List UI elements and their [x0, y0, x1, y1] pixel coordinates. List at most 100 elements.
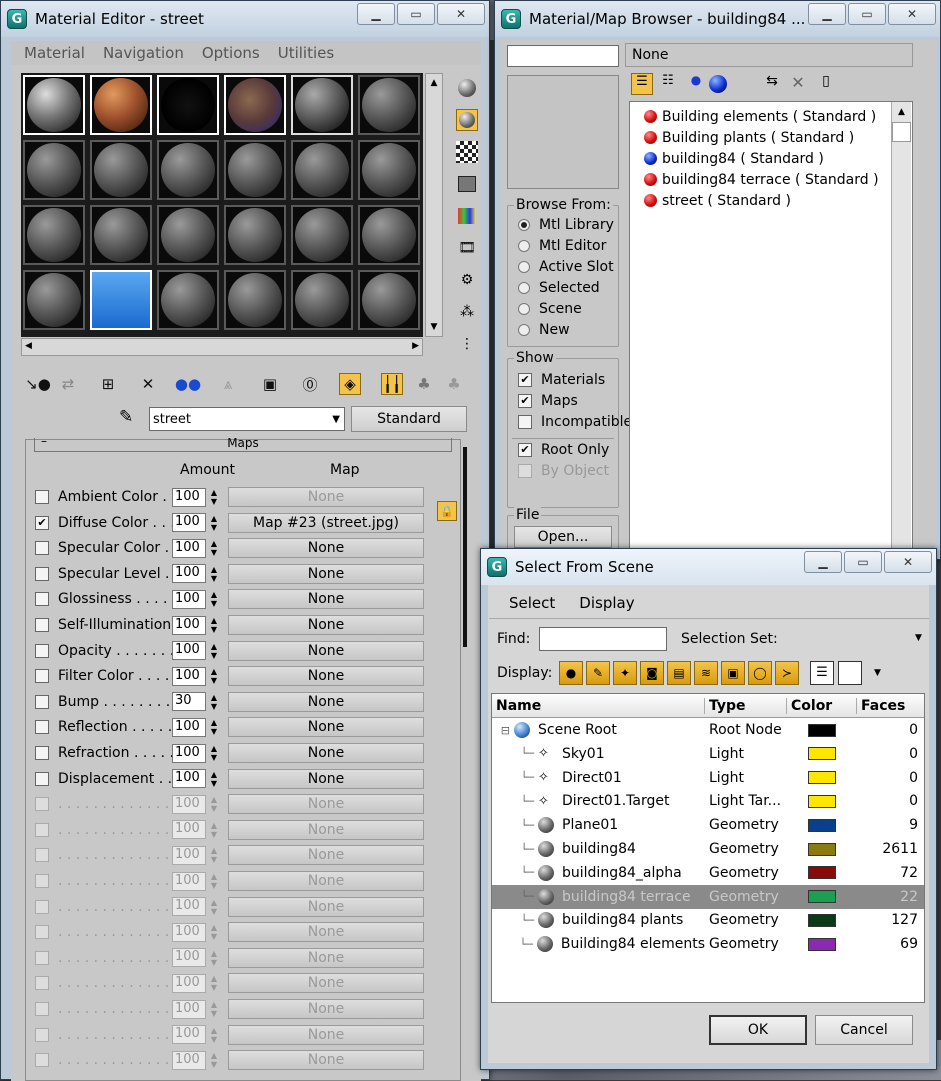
amount-spinner-icon[interactable]: ▲ ▼: [208, 564, 220, 583]
map-enable-checkbox[interactable]: [35, 925, 49, 940]
map-slot-button[interactable]: None: [228, 896, 424, 917]
assign-material-icon[interactable]: ⊞: [97, 373, 119, 395]
show-map-in-viewport-icon[interactable]: ◈: [339, 373, 361, 395]
checkbox[interactable]: ✔: [518, 393, 532, 408]
sample-slot[interactable]: [224, 270, 286, 330]
map-slot-button[interactable]: None: [228, 845, 424, 866]
material-list-item[interactable]: Building plants ( Standard ): [630, 127, 912, 148]
map-amount-field[interactable]: 100: [172, 666, 206, 686]
browse-from-option[interactable]: Mtl Library: [508, 214, 618, 235]
show-option[interactable]: ✔ Materials: [508, 369, 618, 390]
material-list-scrollbar[interactable]: ▲: [891, 102, 911, 558]
browser-search-field[interactable]: [507, 45, 619, 67]
browse-from-option[interactable]: Active Slot: [508, 256, 618, 277]
amount-spinner-icon[interactable]: ▲ ▼: [208, 488, 220, 507]
scroll-down-icon[interactable]: ▼: [426, 318, 442, 336]
sample-slot[interactable]: [358, 75, 420, 135]
sample-slot[interactable]: [157, 205, 219, 265]
amount-spinner-icon[interactable]: ▲ ▼: [208, 897, 220, 916]
sample-slot[interactable]: [23, 270, 85, 330]
table-row[interactable]: └─ Plane01 Geometry 9: [492, 813, 924, 837]
minimize-button[interactable]: ▁: [357, 3, 395, 25]
material-list-item[interactable]: building84 terrace ( Standard ): [630, 169, 912, 190]
map-amount-field[interactable]: 100: [172, 845, 206, 865]
map-slot-button[interactable]: None: [228, 973, 424, 994]
amount-spinner-icon[interactable]: ▲ ▼: [208, 513, 220, 532]
radio-button[interactable]: [518, 239, 530, 252]
view-small-icons-icon[interactable]: ●: [685, 73, 707, 95]
sample-type-icon[interactable]: [456, 77, 478, 99]
display-all-icon[interactable]: ☰: [810, 661, 834, 685]
amount-spinner-icon[interactable]: ▲ ▼: [208, 769, 220, 788]
amount-spinner-icon[interactable]: ▲ ▼: [208, 846, 220, 865]
map-amount-field[interactable]: 100: [172, 999, 206, 1019]
material-list-item[interactable]: building84 ( Standard ): [630, 148, 912, 169]
make-preview-icon[interactable]: 🎞: [456, 237, 478, 259]
map-enable-checkbox[interactable]: [35, 771, 49, 786]
make-unique-icon[interactable]: ⩓: [217, 373, 239, 395]
checkbox[interactable]: [518, 463, 532, 478]
map-enable-checkbox[interactable]: [35, 822, 49, 837]
sample-slot[interactable]: [23, 140, 85, 200]
material-name-field[interactable]: street ▼: [149, 407, 345, 431]
map-amount-field[interactable]: 100: [172, 641, 206, 661]
browse-from-option[interactable]: Selected: [508, 277, 618, 298]
map-amount-field[interactable]: 100: [172, 589, 206, 609]
backlight-icon[interactable]: [456, 109, 478, 131]
chevron-down-icon[interactable]: ▼: [332, 414, 340, 425]
map-amount-field[interactable]: 100: [172, 871, 206, 891]
find-field[interactable]: [539, 627, 667, 651]
map-slot-button[interactable]: None: [228, 947, 424, 968]
scroll-thumb[interactable]: [892, 122, 911, 142]
root-only-checkbox[interactable]: ✔ Root Only: [508, 439, 618, 460]
sample-slot[interactable]: [224, 205, 286, 265]
map-slot-button[interactable]: None: [228, 691, 424, 712]
select-by-material-icon[interactable]: ⁂: [456, 301, 478, 323]
scroll-left-icon[interactable]: ◀: [25, 341, 32, 351]
display-groups-icon[interactable]: ▣: [721, 661, 745, 685]
rollout-scrollbar[interactable]: [463, 447, 467, 647]
amount-spinner-icon[interactable]: ▲ ▼: [208, 641, 220, 660]
minimize-button[interactable]: ▁: [804, 551, 842, 573]
sample-slot[interactable]: [90, 140, 152, 200]
scroll-right-icon[interactable]: ▶: [412, 341, 419, 351]
display-bones-icon[interactable]: ≻: [775, 661, 799, 685]
display-helpers-icon[interactable]: ▤: [667, 661, 691, 685]
map-slot-button[interactable]: Map #23 (street.jpg): [228, 512, 424, 533]
sample-uv-tiling-icon[interactable]: [456, 173, 478, 195]
map-slot-button[interactable]: None: [228, 819, 424, 840]
put-to-library-icon[interactable]: ▣: [259, 373, 281, 395]
close-button[interactable]: ✕: [884, 551, 932, 573]
map-enable-checkbox[interactable]: [35, 669, 49, 684]
menu-select[interactable]: Select: [509, 594, 555, 612]
display-geometry-icon[interactable]: ●: [559, 661, 583, 685]
amount-spinner-icon[interactable]: ▲ ▼: [208, 590, 220, 609]
selection-set-dropdown-icon[interactable]: ▼: [915, 633, 922, 643]
checkbox[interactable]: [518, 414, 532, 429]
go-forward-to-sibling-icon[interactable]: ♣: [443, 373, 465, 395]
map-slot-button[interactable]: None: [228, 538, 424, 559]
map-amount-field[interactable]: 100: [172, 973, 206, 993]
map-amount-field[interactable]: 100: [172, 564, 206, 584]
map-slot-button[interactable]: None: [228, 794, 424, 815]
map-enable-checkbox[interactable]: [35, 1027, 49, 1042]
amount-spinner-icon[interactable]: ▲ ▼: [208, 692, 220, 711]
map-enable-checkbox[interactable]: [35, 566, 49, 581]
table-row[interactable]: └─ building84 terrace Geometry 22: [492, 884, 924, 909]
map-slot-button[interactable]: None: [228, 922, 424, 943]
reset-map-icon[interactable]: ✕: [137, 373, 159, 395]
column-header-color[interactable]: Color: [787, 697, 857, 714]
view-large-icons-icon[interactable]: [709, 75, 727, 93]
open-button[interactable]: Open...: [514, 526, 612, 548]
amount-spinner-icon[interactable]: ▲ ▼: [208, 1025, 220, 1044]
material-effects-channel-icon[interactable]: ⓪: [299, 373, 321, 395]
map-enable-checkbox[interactable]: [35, 592, 49, 607]
table-row[interactable]: └─ building84 plants Geometry 127: [492, 908, 924, 932]
view-list-icons-icon[interactable]: ☷: [657, 73, 679, 95]
sample-slot[interactable]: [224, 75, 286, 135]
minimize-button[interactable]: ▁: [808, 3, 846, 25]
map-enable-checkbox[interactable]: [35, 1002, 49, 1016]
display-none-icon[interactable]: [838, 661, 862, 685]
radio-button[interactable]: [518, 323, 530, 336]
material-type-button[interactable]: Standard: [351, 406, 467, 432]
